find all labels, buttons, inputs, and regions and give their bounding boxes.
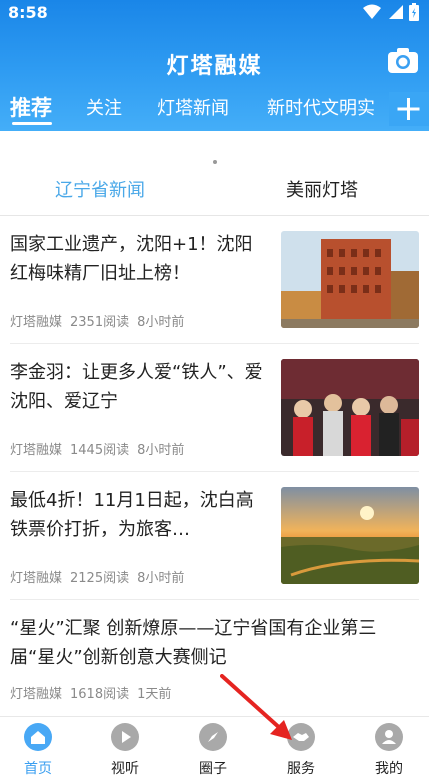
play-icon	[111, 723, 139, 751]
news-item[interactable]: 国家工业遗产，沈阳+1！沈阳红梅味精厂旧址上榜！ 灯塔融媒 2351阅读 8小时前	[0, 216, 429, 343]
news-source: 灯塔融媒	[10, 443, 63, 458]
nav-label: 视听	[111, 761, 139, 777]
channel-tabs: 推荐 关注 灯塔新闻 新时代文明实	[0, 92, 429, 126]
news-title: 最低4折！11月1日起，沈白高铁票价打折，为旅客…	[10, 490, 254, 540]
news-time: 8小时前	[137, 443, 185, 458]
news-meta: 灯塔融媒 1618阅读 1天前	[10, 683, 179, 702]
news-item[interactable]: “星火”汇聚 创新燎原——辽宁省国有企业第三届“星火”创新创意大赛侧记 灯塔融媒…	[0, 600, 429, 715]
news-source: 灯塔融媒	[10, 687, 63, 702]
user-icon	[375, 723, 403, 751]
nav-label: 服务	[287, 761, 315, 777]
home-icon	[24, 723, 52, 751]
add-channel-button[interactable]	[389, 92, 429, 126]
news-thumbnail	[281, 359, 419, 456]
news-time: 8小时前	[137, 315, 185, 330]
app-title: 灯塔融媒	[166, 54, 263, 79]
nav-profile[interactable]: 我的	[354, 723, 424, 777]
category-liaoning-news[interactable]: 辽宁省新闻	[55, 176, 145, 202]
status-icons	[363, 3, 419, 21]
camera-icon	[388, 48, 418, 73]
app-header: 8:58 灯塔融媒 推荐 关注 灯塔新闻 新时代文明实	[0, 0, 429, 131]
nav-label: 圈子	[199, 761, 227, 777]
battery-icon	[409, 3, 419, 21]
news-time: 8小时前	[137, 571, 185, 586]
category-tabs: 辽宁省新闻 美丽灯塔	[0, 168, 429, 208]
news-item[interactable]: 最低4折！11月1日起，沈白高铁票价打折，为旅客… 灯塔融媒 2125阅读 8小时前	[0, 472, 429, 599]
nav-home[interactable]: 首页	[3, 723, 73, 777]
news-title: 李金羽：让更多人爱“铁人”、爱沈阳、爱辽宁	[10, 362, 263, 412]
status-bar: 8:58	[0, 0, 429, 26]
news-title: “星火”汇聚 创新燎原——辽宁省国有企业第三届“星火”创新创意大赛侧记	[10, 618, 377, 668]
compass-icon	[199, 723, 227, 751]
news-title: 国家工业遗产，沈阳+1！沈阳红梅味精厂旧址上榜！	[10, 234, 253, 284]
news-reads: 2125阅读	[70, 571, 130, 586]
news-time: 1天前	[137, 687, 172, 702]
news-thumbnail	[281, 487, 419, 584]
wifi-icon	[363, 4, 381, 19]
news-reads: 2351阅读	[70, 315, 130, 330]
news-meta: 灯塔融媒 2125阅读 8小时前	[10, 567, 192, 586]
plus-icon	[397, 98, 420, 120]
camera-button[interactable]	[387, 46, 419, 74]
bottom-nav: 首页 视听 圈子 服务 我的	[0, 716, 429, 777]
tab-follow[interactable]: 关注	[86, 94, 122, 120]
nav-label: 首页	[24, 761, 52, 777]
tab-dengta-news[interactable]: 灯塔新闻	[157, 94, 229, 120]
news-source: 灯塔融媒	[10, 571, 63, 586]
nav-circle[interactable]: 圈子	[178, 723, 248, 777]
nav-service[interactable]: 服务	[266, 723, 336, 777]
news-thumbnail	[281, 231, 419, 328]
tab-civilization[interactable]: 新时代文明实	[267, 94, 375, 120]
news-reads: 1618阅读	[70, 687, 130, 702]
status-time: 8:58	[8, 3, 48, 22]
news-reads: 1445阅读	[70, 443, 130, 458]
tab-recommend[interactable]: 推荐	[10, 92, 52, 122]
category-beautiful-dengta[interactable]: 美丽灯塔	[286, 176, 358, 202]
nav-video[interactable]: 视听	[90, 723, 160, 777]
news-meta: 灯塔融媒 2351阅读 8小时前	[10, 311, 192, 330]
nav-label: 我的	[375, 761, 403, 777]
carousel-indicator	[0, 149, 429, 168]
tab-indicator	[12, 122, 52, 125]
handshake-icon	[287, 723, 315, 751]
news-source: 灯塔融媒	[10, 315, 63, 330]
news-meta: 灯塔融媒 1445阅读 8小时前	[10, 439, 192, 458]
news-item[interactable]: 李金羽：让更多人爱“铁人”、爱沈阳、爱辽宁 灯塔融媒 1445阅读 8小时前	[0, 344, 429, 471]
signal-icon	[389, 5, 403, 19]
